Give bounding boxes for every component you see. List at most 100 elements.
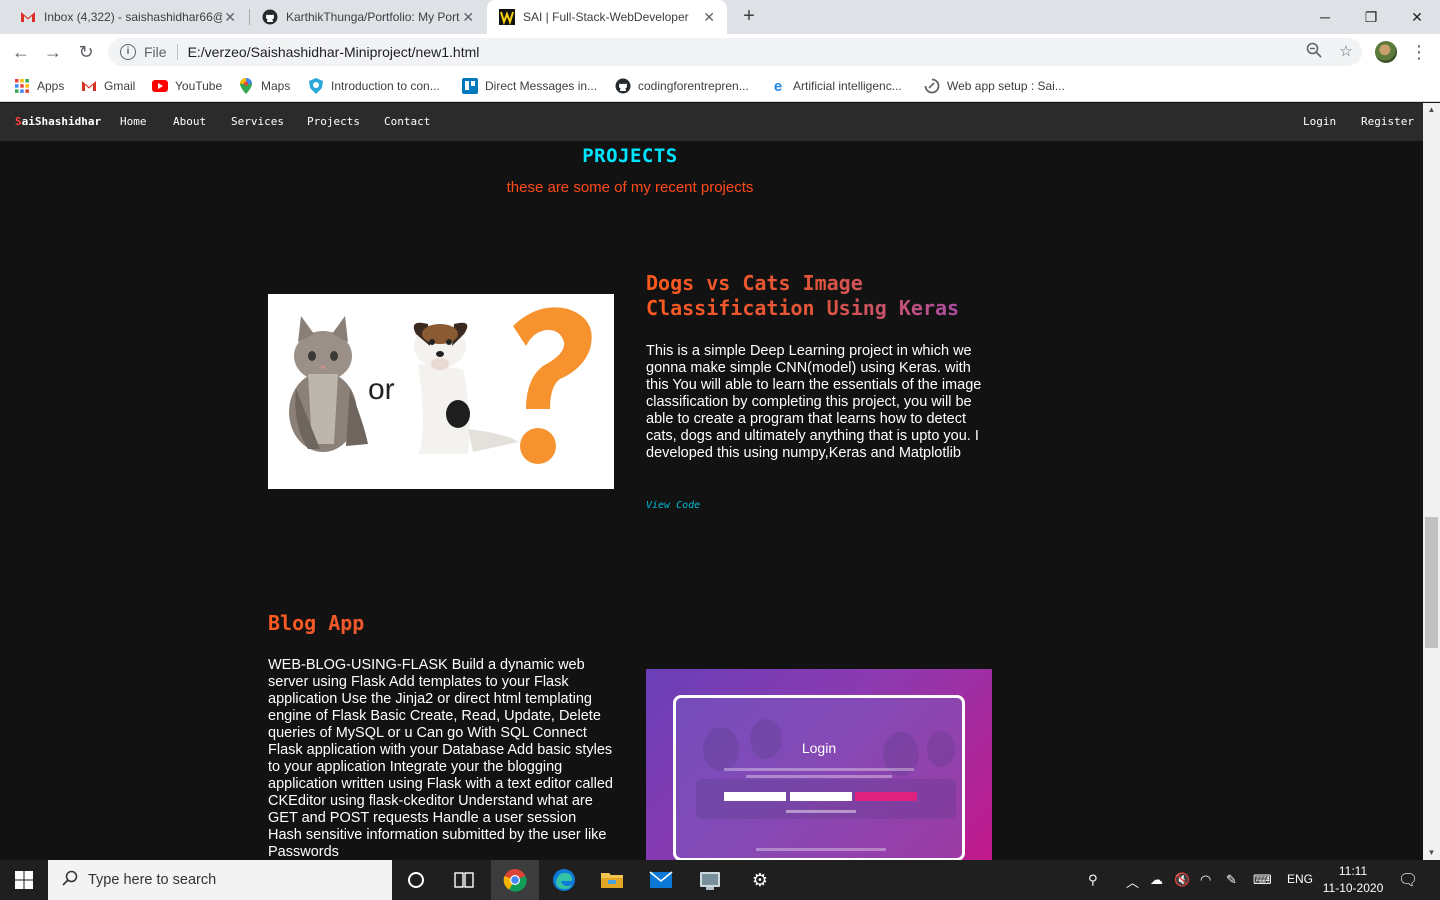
project-title: Blog App bbox=[268, 611, 613, 636]
bookmark-label: Direct Messages in... bbox=[485, 79, 598, 93]
file-explorer-icon[interactable] bbox=[588, 860, 636, 900]
cortana-icon[interactable] bbox=[392, 860, 440, 900]
pen-icon[interactable]: ✎ bbox=[1226, 872, 1237, 888]
login-footer-line bbox=[756, 848, 886, 851]
task-view-icon[interactable] bbox=[440, 860, 488, 900]
login-password-field bbox=[790, 792, 852, 801]
new-tab-button[interactable]: + bbox=[738, 5, 760, 27]
question-mark-illustration bbox=[513, 307, 592, 464]
tab-title: KarthikThunga/Portfolio: My Port bbox=[286, 10, 460, 24]
scroll-down-arrow-icon[interactable]: ▼ bbox=[1423, 846, 1440, 860]
notification-icon[interactable]: 🗨 bbox=[1398, 870, 1418, 890]
back-button[interactable]: ← bbox=[9, 40, 33, 64]
browser-toolbar: ← → ↻ i File E:/verzeo/Saishashidhar-Min… bbox=[0, 34, 1440, 70]
edge-icon: e bbox=[773, 77, 783, 95]
nav-projects[interactable]: Projects bbox=[307, 115, 360, 128]
kitten-illustration bbox=[289, 316, 368, 452]
windows-taskbar: Type here to search ⚙ ⚲ ︿ ☁ 🔇 ◠ ✎ ⌨ ENG … bbox=[0, 860, 1440, 900]
scroll-up-arrow-icon[interactable]: ▲ bbox=[1423, 103, 1440, 117]
close-window-button[interactable]: ✕ bbox=[1394, 0, 1440, 34]
site-navbar: SaiShashidhar Home About Services Projec… bbox=[0, 103, 1423, 141]
info-icon[interactable]: i bbox=[120, 44, 136, 60]
bookmark-direct-messages[interactable]: Direct Messages in... bbox=[462, 76, 597, 96]
loading-icon bbox=[924, 78, 940, 94]
maps-icon bbox=[238, 78, 254, 94]
login-text-line bbox=[724, 768, 914, 771]
bookmark-artificial-intelligence[interactable]: e Artificial intelligenc... bbox=[770, 76, 902, 96]
dog-illustration bbox=[413, 322, 518, 454]
github-icon bbox=[262, 9, 278, 25]
zoom-icon[interactable] bbox=[1304, 42, 1324, 62]
project-description: This is a simple Deep Learning project i… bbox=[646, 343, 982, 461]
nav-home[interactable]: Home bbox=[120, 115, 147, 128]
chevron-up-icon[interactable]: ︿ bbox=[1126, 872, 1139, 891]
login-username-field bbox=[724, 792, 786, 801]
nav-services[interactable]: Services bbox=[231, 115, 284, 128]
wifi-icon[interactable]: ◠ bbox=[1200, 872, 1211, 888]
taskbar-search-box[interactable]: Type here to search bbox=[48, 860, 392, 900]
chrome-taskbar-icon[interactable] bbox=[491, 860, 539, 900]
bookmark-apps[interactable]: Apps bbox=[14, 76, 64, 96]
control-panel-icon[interactable] bbox=[686, 860, 734, 900]
bookmark-introduction[interactable]: Introduction to con... bbox=[308, 76, 440, 96]
bookmark-maps[interactable]: Maps bbox=[238, 76, 290, 96]
login-text-line bbox=[746, 775, 892, 778]
projects-heading: PROJECTS bbox=[582, 145, 678, 167]
nav-register[interactable]: Register bbox=[1361, 115, 1414, 128]
taskbar-clock[interactable]: 11:11 11-10-2020 bbox=[1318, 863, 1388, 897]
bookmark-star-icon[interactable]: ☆ bbox=[1336, 42, 1356, 62]
tab-gmail-inbox[interactable]: Inbox (4,322) - saishashidhar66@ ✕ bbox=[8, 0, 248, 34]
tab-active-site[interactable]: SAI | Full-Stack-WebDeveloper ✕ bbox=[487, 0, 727, 34]
bookmark-gmail[interactable]: Gmail bbox=[81, 76, 135, 96]
close-icon[interactable]: ✕ bbox=[222, 9, 238, 26]
nav-about[interactable]: About bbox=[173, 115, 206, 128]
login-card-title: Login bbox=[801, 740, 837, 756]
language-indicator[interactable]: ENG bbox=[1287, 872, 1313, 886]
browser-menu-icon[interactable]: ⋮ bbox=[1410, 40, 1428, 64]
edge-taskbar-icon[interactable] bbox=[540, 860, 588, 900]
address-bar[interactable]: i File E:/verzeo/Saishashidhar-Miniproje… bbox=[108, 38, 1362, 66]
page-scrollbar[interactable]: ▲ ▼ bbox=[1423, 103, 1440, 860]
minimize-button[interactable]: ─ bbox=[1302, 0, 1348, 34]
bookmark-codingforentrepreneurs[interactable]: codingforentrepren... bbox=[615, 76, 749, 96]
bookmark-label: Introduction to con... bbox=[331, 79, 440, 93]
youtube-icon bbox=[152, 78, 168, 94]
keyboard-icon[interactable]: ⌨ bbox=[1253, 872, 1272, 888]
scroll-thumb[interactable] bbox=[1425, 517, 1438, 648]
trello-icon bbox=[462, 78, 478, 94]
gmail-icon bbox=[81, 78, 97, 94]
blog-login-screenshot: Login bbox=[646, 669, 992, 860]
forward-button[interactable]: → bbox=[41, 40, 65, 64]
people-icon[interactable]: ⚲ bbox=[1088, 872, 1098, 888]
apps-grid-icon bbox=[14, 78, 30, 94]
bookmark-web-app-setup[interactable]: Web app setup : Sai... bbox=[924, 76, 1065, 96]
bookmark-label: codingforentrepren... bbox=[638, 79, 749, 93]
login-register-line bbox=[786, 810, 856, 813]
onedrive-icon[interactable]: ☁ bbox=[1150, 872, 1163, 888]
settings-gear-icon[interactable]: ⚙ bbox=[736, 860, 784, 900]
login-submit-button bbox=[855, 792, 917, 801]
reload-button[interactable]: ↻ bbox=[74, 40, 98, 64]
view-code-link[interactable]: View Code bbox=[646, 500, 700, 511]
close-icon[interactable]: ✕ bbox=[460, 9, 476, 26]
tab-github-portfolio[interactable]: KarthikThunga/Portfolio: My Port ✕ bbox=[250, 0, 486, 34]
bookmark-label: Apps bbox=[37, 79, 65, 93]
site-brand[interactable]: SaiShashidhar bbox=[15, 115, 101, 128]
profile-avatar[interactable] bbox=[1375, 41, 1397, 63]
restore-button[interactable]: ❐ bbox=[1348, 0, 1394, 34]
bookmark-label: Web app setup : Sai... bbox=[947, 79, 1065, 93]
bookmark-label: YouTube bbox=[175, 79, 223, 93]
close-icon[interactable]: ✕ bbox=[701, 9, 717, 26]
bookmarks-bar: Apps Gmail YouTube Maps Introduction to … bbox=[0, 70, 1440, 102]
nav-login[interactable]: Login bbox=[1303, 115, 1336, 128]
volume-muted-icon[interactable]: 🔇 bbox=[1174, 872, 1190, 888]
nav-contact[interactable]: Contact bbox=[384, 115, 430, 128]
bookmark-label: Artificial intelligenc... bbox=[793, 79, 902, 93]
mail-icon[interactable] bbox=[637, 860, 685, 900]
or-label: or bbox=[368, 373, 395, 406]
bookmark-youtube[interactable]: YouTube bbox=[152, 76, 222, 96]
tab-title: SAI | Full-Stack-WebDeveloper bbox=[523, 10, 689, 24]
windows-start-icon[interactable] bbox=[0, 860, 48, 900]
clock-date: 11-10-2020 bbox=[1322, 881, 1384, 895]
browser-tab-strip: Inbox (4,322) - saishashidhar66@ ✕ Karth… bbox=[0, 0, 1440, 34]
